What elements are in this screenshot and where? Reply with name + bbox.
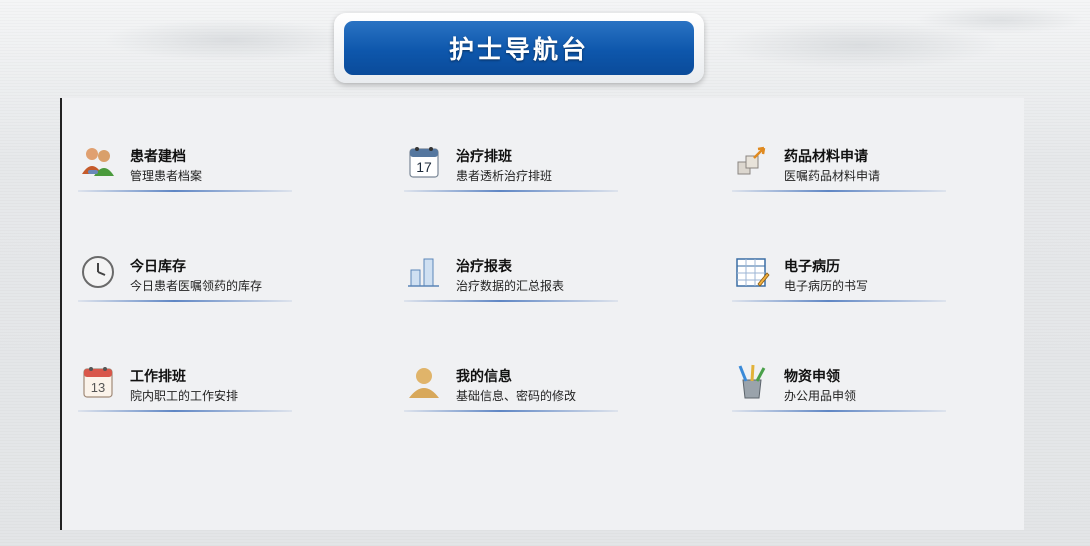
calendar-13-icon: 13 — [80, 364, 116, 400]
tile-title: 物资申领 — [784, 369, 840, 385]
tile-underline — [404, 190, 618, 192]
tile-title: 治疗报表 — [456, 259, 512, 275]
tile-title: 患者建档 — [130, 149, 186, 165]
nav-tile-treatment-schedule[interactable]: 17 治疗排班 患者透析治疗排班 — [404, 140, 618, 198]
tile-subtitle: 治疗数据的汇总报表 — [456, 279, 565, 293]
header-banner: 护士导航台 — [334, 13, 704, 83]
tile-title: 工作排班 — [130, 369, 186, 385]
patients-icon — [80, 144, 116, 180]
nav-tile-my-info[interactable]: 我的信息 基础信息、密码的修改 — [404, 360, 618, 418]
nav-tile-drug-material-request[interactable]: 药品材料申请 医嘱药品材料申请 — [732, 140, 946, 198]
navigation-panel: 患者建档 管理患者档案 17 治疗排班 患者透析治疗排班 药品材料申请 医嘱药品… — [60, 98, 1024, 530]
nav-tile-treatment-reports[interactable]: 治疗报表 治疗数据的汇总报表 — [404, 250, 618, 308]
tile-underline — [404, 410, 618, 412]
tile-subtitle: 患者透析治疗排班 — [456, 169, 553, 183]
tile-title: 药品材料申请 — [784, 149, 868, 165]
nav-tile-today-inventory[interactable]: 今日库存 今日患者医嘱领药的库存 — [78, 250, 292, 308]
tile-underline — [78, 300, 292, 302]
tile-underline — [78, 410, 292, 412]
tile-underline — [404, 300, 618, 302]
tile-title: 今日库存 — [130, 259, 186, 275]
tile-title: 治疗排班 — [456, 149, 512, 165]
boxes-request-icon — [734, 144, 770, 180]
nav-tile-patient-records[interactable]: 患者建档 管理患者档案 — [78, 140, 292, 198]
svg-text:17: 17 — [416, 159, 432, 175]
nav-tile-supplies-request[interactable]: 物资申领 办公用品申领 — [732, 360, 946, 418]
tile-underline — [732, 300, 946, 302]
tile-title: 我的信息 — [456, 369, 512, 385]
user-icon — [406, 364, 442, 400]
tile-title: 电子病历 — [784, 259, 840, 275]
tile-subtitle: 今日患者医嘱领药的库存 — [130, 279, 263, 293]
tile-underline — [78, 190, 292, 192]
clock-icon — [80, 254, 116, 290]
pen-cup-icon — [734, 364, 770, 400]
tile-underline — [732, 410, 946, 412]
tile-underline — [732, 190, 946, 192]
tile-subtitle: 院内职工的工作安排 — [130, 389, 239, 403]
tile-subtitle: 医嘱药品材料申请 — [784, 169, 881, 183]
bar-chart-icon — [406, 254, 442, 290]
tile-subtitle: 电子病历的书写 — [784, 279, 869, 293]
svg-text:13: 13 — [91, 380, 105, 395]
page-title: 护士导航台 — [344, 21, 694, 75]
tile-subtitle: 基础信息、密码的修改 — [456, 389, 577, 403]
spreadsheet-pen-icon — [734, 254, 770, 290]
nav-tile-electronic-medical-record[interactable]: 电子病历 电子病历的书写 — [732, 250, 946, 308]
calendar-17-icon: 17 — [406, 144, 442, 180]
tile-subtitle: 办公用品申领 — [784, 389, 857, 403]
tile-subtitle: 管理患者档案 — [130, 169, 203, 183]
nav-tile-work-schedule[interactable]: 13 工作排班 院内职工的工作安排 — [78, 360, 292, 418]
